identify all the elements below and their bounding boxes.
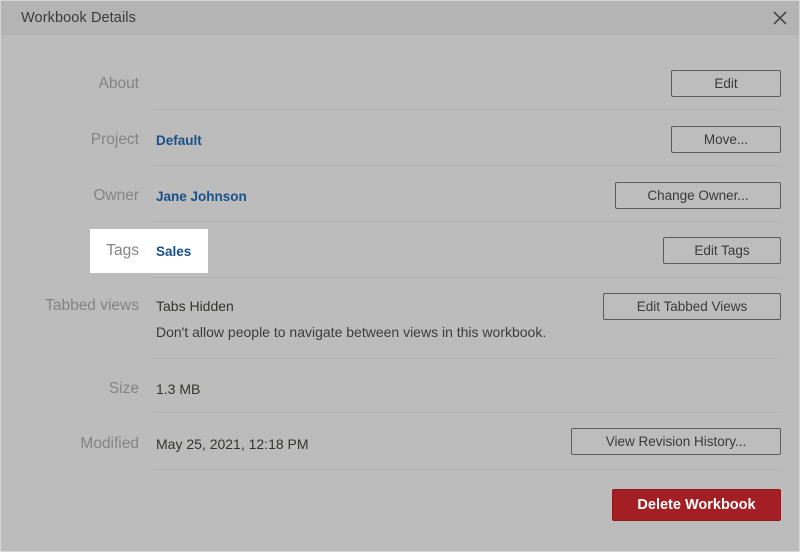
delete-workbook-button[interactable]: Delete Workbook xyxy=(612,489,781,521)
change-owner-button[interactable]: Change Owner... xyxy=(615,182,781,209)
row-label-project: Project xyxy=(90,131,139,148)
edit-tags-button[interactable]: Edit Tags xyxy=(663,237,781,264)
edit-button[interactable]: Edit xyxy=(671,70,781,97)
tabbed-views-value: Tabs Hidden xyxy=(156,298,234,314)
edit-tabbed-views-button[interactable]: Edit Tabbed Views xyxy=(603,293,781,320)
row-divider xyxy=(153,358,781,359)
modified-value: May 25, 2021, 12:18 PM xyxy=(156,436,309,452)
row-label-tabbed-views: Tabbed views xyxy=(45,297,139,314)
row-divider xyxy=(153,469,781,470)
project-link[interactable]: Default xyxy=(156,133,202,148)
row-label-owner: Owner xyxy=(93,187,139,204)
owner-link[interactable]: Jane Johnson xyxy=(156,189,247,204)
row-divider xyxy=(153,165,781,166)
dialog-titlebar: Workbook Details xyxy=(1,1,799,35)
row-label-size: Size xyxy=(108,380,139,397)
row-divider xyxy=(153,412,781,413)
view-revision-history-button[interactable]: View Revision History... xyxy=(571,428,781,455)
dialog-title: Workbook Details xyxy=(21,10,136,26)
row-divider xyxy=(153,277,781,278)
row-label-modified: Modified xyxy=(80,435,139,452)
tags-link[interactable]: Sales xyxy=(156,244,191,259)
workbook-details-dialog: Workbook Details About Edit Project Defa… xyxy=(0,0,800,552)
row-divider xyxy=(153,109,781,110)
tabbed-views-description: Don't allow people to navigate between v… xyxy=(156,324,547,340)
row-divider xyxy=(153,221,781,222)
row-label-about: About xyxy=(98,75,139,92)
move-button[interactable]: Move... xyxy=(671,126,781,153)
size-value: 1.3 MB xyxy=(156,381,201,397)
row-label-tags: Tags xyxy=(106,242,139,259)
tags-highlight-callout: Tags Sales xyxy=(90,229,208,273)
close-icon[interactable] xyxy=(767,6,793,30)
